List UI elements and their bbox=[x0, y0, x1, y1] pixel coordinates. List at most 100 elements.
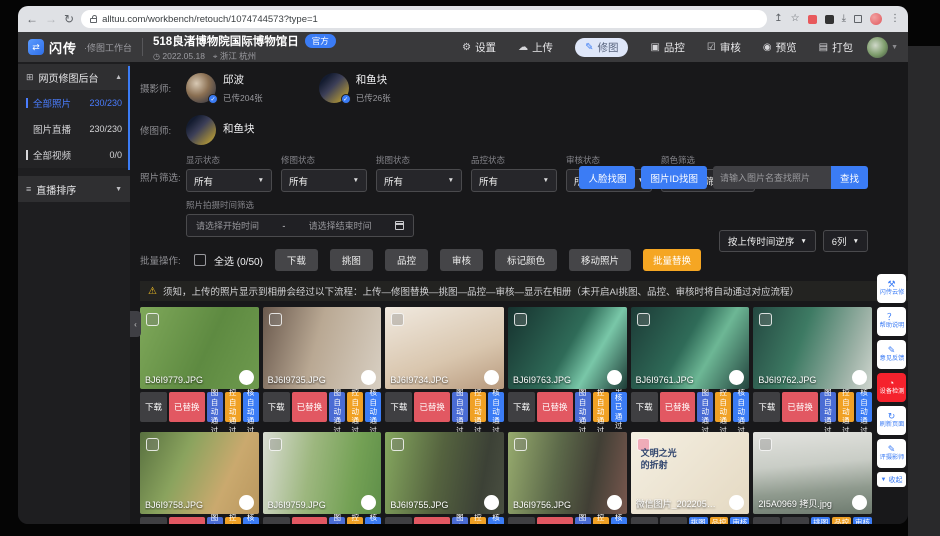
qc-status-button[interactable]: 品控自动通过 bbox=[710, 517, 729, 524]
qc-status-button[interactable]: 品控自动通过 bbox=[347, 392, 363, 422]
photo-thumbnail[interactable]: BJ6I9756.JPG bbox=[508, 432, 627, 514]
photo-thumbnail[interactable]: 2I5A0969 拷贝.jpg bbox=[753, 432, 872, 514]
photo-checkbox[interactable] bbox=[514, 438, 527, 451]
photo-checkbox[interactable] bbox=[637, 313, 650, 326]
download-button[interactable]: 下载 bbox=[753, 517, 780, 524]
cloud-retouch-button[interactable]: ⚒ 闪传云修 bbox=[877, 274, 906, 303]
photo-thumbnail[interactable]: BJ6I9759.JPG bbox=[263, 432, 382, 514]
replace-status-button[interactable]: 替换 bbox=[782, 517, 809, 524]
batch-mark-color-button[interactable]: 标记颜色 bbox=[495, 249, 557, 271]
extension-icon-dark[interactable] bbox=[825, 15, 834, 24]
photo-checkbox[interactable] bbox=[759, 313, 772, 326]
refresh-page-button[interactable]: ↻ 刷新页面 bbox=[877, 406, 906, 435]
photo-select-circle[interactable] bbox=[729, 495, 744, 510]
qc-status-button[interactable]: 品控自动通过 bbox=[470, 392, 486, 422]
nav-review[interactable]: ☑审核 bbox=[707, 40, 741, 55]
photo-checkbox[interactable] bbox=[269, 438, 282, 451]
pick-status-button[interactable]: 挑图自动通过 bbox=[697, 392, 713, 422]
pick-status-button[interactable]: 挑图自动通过 bbox=[329, 392, 345, 422]
sidebar-panel-live-sort[interactable]: ≡ 直播排序 ▼ bbox=[18, 176, 130, 202]
share-icon[interactable]: ↥ bbox=[774, 14, 782, 24]
review-status-button[interactable]: 审核自动通过 bbox=[733, 392, 749, 422]
device-check-button[interactable]: ◔ 设备检测 bbox=[877, 373, 906, 402]
photo-checkbox[interactable] bbox=[514, 313, 527, 326]
batch-qc-button[interactable]: 品控 bbox=[385, 249, 428, 271]
photo-thumbnail[interactable]: BJ6I9734.JPG bbox=[385, 307, 504, 389]
pick-status-select[interactable]: 所有▼ bbox=[376, 169, 462, 192]
user-avatar[interactable] bbox=[867, 37, 888, 58]
browser-back-icon[interactable]: ← bbox=[26, 13, 38, 25]
review-status-button[interactable]: 审核自动通过 bbox=[611, 517, 627, 524]
sidebar-item-photo-live[interactable]: 图片直播 230/230 bbox=[18, 116, 130, 142]
browser-forward-icon[interactable]: → bbox=[45, 13, 57, 25]
batch-review-button[interactable]: 审核 bbox=[440, 249, 483, 271]
qc-status-button[interactable]: 品控自动通过 bbox=[347, 517, 363, 524]
download-button[interactable]: 下载 bbox=[385, 517, 412, 524]
photo-thumbnail[interactable]: BJ6I9763.JPG bbox=[508, 307, 627, 389]
retoucher-chip[interactable]: 和鱼块 bbox=[186, 115, 255, 145]
pick-status-button[interactable]: 挑图自动通过 bbox=[452, 517, 468, 524]
pick-status-button[interactable]: 挑图已通过 bbox=[689, 517, 708, 524]
nav-quality[interactable]: ▣品控 bbox=[650, 40, 684, 55]
download-button[interactable]: 下载 bbox=[385, 392, 412, 422]
qc-status-button[interactable]: 品控自动通过 bbox=[225, 392, 241, 422]
download-button[interactable]: 下载 bbox=[140, 392, 167, 422]
photo-select-circle[interactable] bbox=[239, 370, 254, 385]
qc-status-button[interactable]: 品控自动通过 bbox=[225, 517, 241, 524]
bookmark-star-icon[interactable]: ☆ bbox=[791, 14, 800, 24]
photo-thumbnail[interactable]: 文明之光的折射 微信图片_202205… bbox=[631, 432, 750, 514]
pick-status-button[interactable]: 挑图自动通过 bbox=[575, 392, 591, 422]
replace-status-button[interactable]: 替换 bbox=[660, 517, 687, 524]
app-logo[interactable]: ⇄ 闪传 ·修图工作台 bbox=[28, 38, 132, 57]
browser-reload-icon[interactable]: ↻ bbox=[64, 13, 74, 25]
nav-preview[interactable]: ◉预览 bbox=[763, 40, 797, 55]
review-status-button[interactable]: 审核自动通过 bbox=[365, 392, 381, 422]
nav-upload[interactable]: ☁上传 bbox=[518, 40, 553, 55]
pick-status-button[interactable]: 挑图自动通过 bbox=[329, 517, 345, 524]
review-status-button[interactable]: 审核已通过 bbox=[853, 517, 872, 524]
qc-status-button[interactable]: 品控自动通过 bbox=[715, 392, 731, 422]
photo-select-circle[interactable] bbox=[852, 495, 867, 510]
image-id-search-button[interactable]: 图片ID找图 bbox=[641, 166, 707, 189]
review-status-button[interactable]: 审核已通过 bbox=[611, 392, 627, 422]
pick-status-button[interactable]: 挑图自动通过 bbox=[820, 392, 836, 422]
download-button[interactable]: 下载 bbox=[753, 392, 780, 422]
download-button[interactable]: 下载 bbox=[508, 517, 535, 524]
pick-status-button[interactable]: 挑图自动通过 bbox=[575, 517, 591, 524]
download-button[interactable]: 下载 bbox=[263, 517, 290, 524]
review-status-button[interactable]: 审核自动通过 bbox=[243, 392, 259, 422]
photo-thumbnail[interactable]: BJ6I9755.JPG bbox=[385, 432, 504, 514]
help-button[interactable]: ？ 帮助说明 bbox=[877, 307, 906, 336]
review-status-button[interactable]: 审核自动通过 bbox=[730, 517, 749, 524]
rate-photographer-button[interactable]: ✎ 评摄影师 bbox=[877, 439, 906, 468]
sidebar-item-all-photos[interactable]: 全部照片 230/230 bbox=[18, 90, 130, 116]
batch-move-button[interactable]: 移动照片 bbox=[569, 249, 631, 271]
qc-status-button[interactable]: 品控自动通过 bbox=[593, 392, 609, 422]
qc-status-button[interactable]: 品控自动通过 bbox=[593, 517, 609, 524]
retouch-status-select[interactable]: 所有▼ bbox=[281, 169, 367, 192]
tab-search-icon[interactable] bbox=[854, 15, 862, 23]
upload-order-select[interactable]: 按上传时间逆序▼ bbox=[719, 230, 816, 252]
replace-status-button[interactable]: 已替换 bbox=[537, 517, 573, 524]
qc-status-button[interactable]: 品控自动通过 bbox=[838, 392, 854, 422]
replace-status-button[interactable]: 已替换 bbox=[169, 517, 205, 524]
photo-select-circle[interactable] bbox=[361, 370, 376, 385]
chevron-down-icon[interactable]: ▼ bbox=[891, 44, 898, 51]
qc-status-button[interactable]: 品控自动通过 bbox=[832, 517, 851, 524]
browser-profile-avatar[interactable] bbox=[870, 13, 882, 25]
batch-download-button[interactable]: 下载 bbox=[275, 249, 318, 271]
nav-package[interactable]: ▤打包 bbox=[819, 40, 853, 55]
download-button[interactable]: 下载 bbox=[140, 517, 167, 524]
review-status-button[interactable]: 审核自动通过 bbox=[243, 517, 259, 524]
photo-select-circle[interactable] bbox=[729, 370, 744, 385]
pick-status-button[interactable]: 挑图自动通过 bbox=[452, 392, 468, 422]
downloads-icon[interactable]: ⤓ bbox=[842, 14, 846, 24]
photo-select-circle[interactable] bbox=[484, 370, 499, 385]
pick-status-button[interactable]: 挑图已通过 bbox=[811, 517, 830, 524]
photo-checkbox[interactable] bbox=[146, 313, 159, 326]
replace-status-button[interactable]: 已替换 bbox=[414, 392, 450, 422]
photographer-chip[interactable]: ✓ 和鱼块已传26张 bbox=[319, 70, 391, 106]
columns-select[interactable]: 6列▼ bbox=[823, 230, 868, 252]
replace-status-button[interactable]: 已替换 bbox=[782, 392, 818, 422]
sidebar-item-all-videos[interactable]: 全部视频 0/0 bbox=[18, 142, 130, 168]
